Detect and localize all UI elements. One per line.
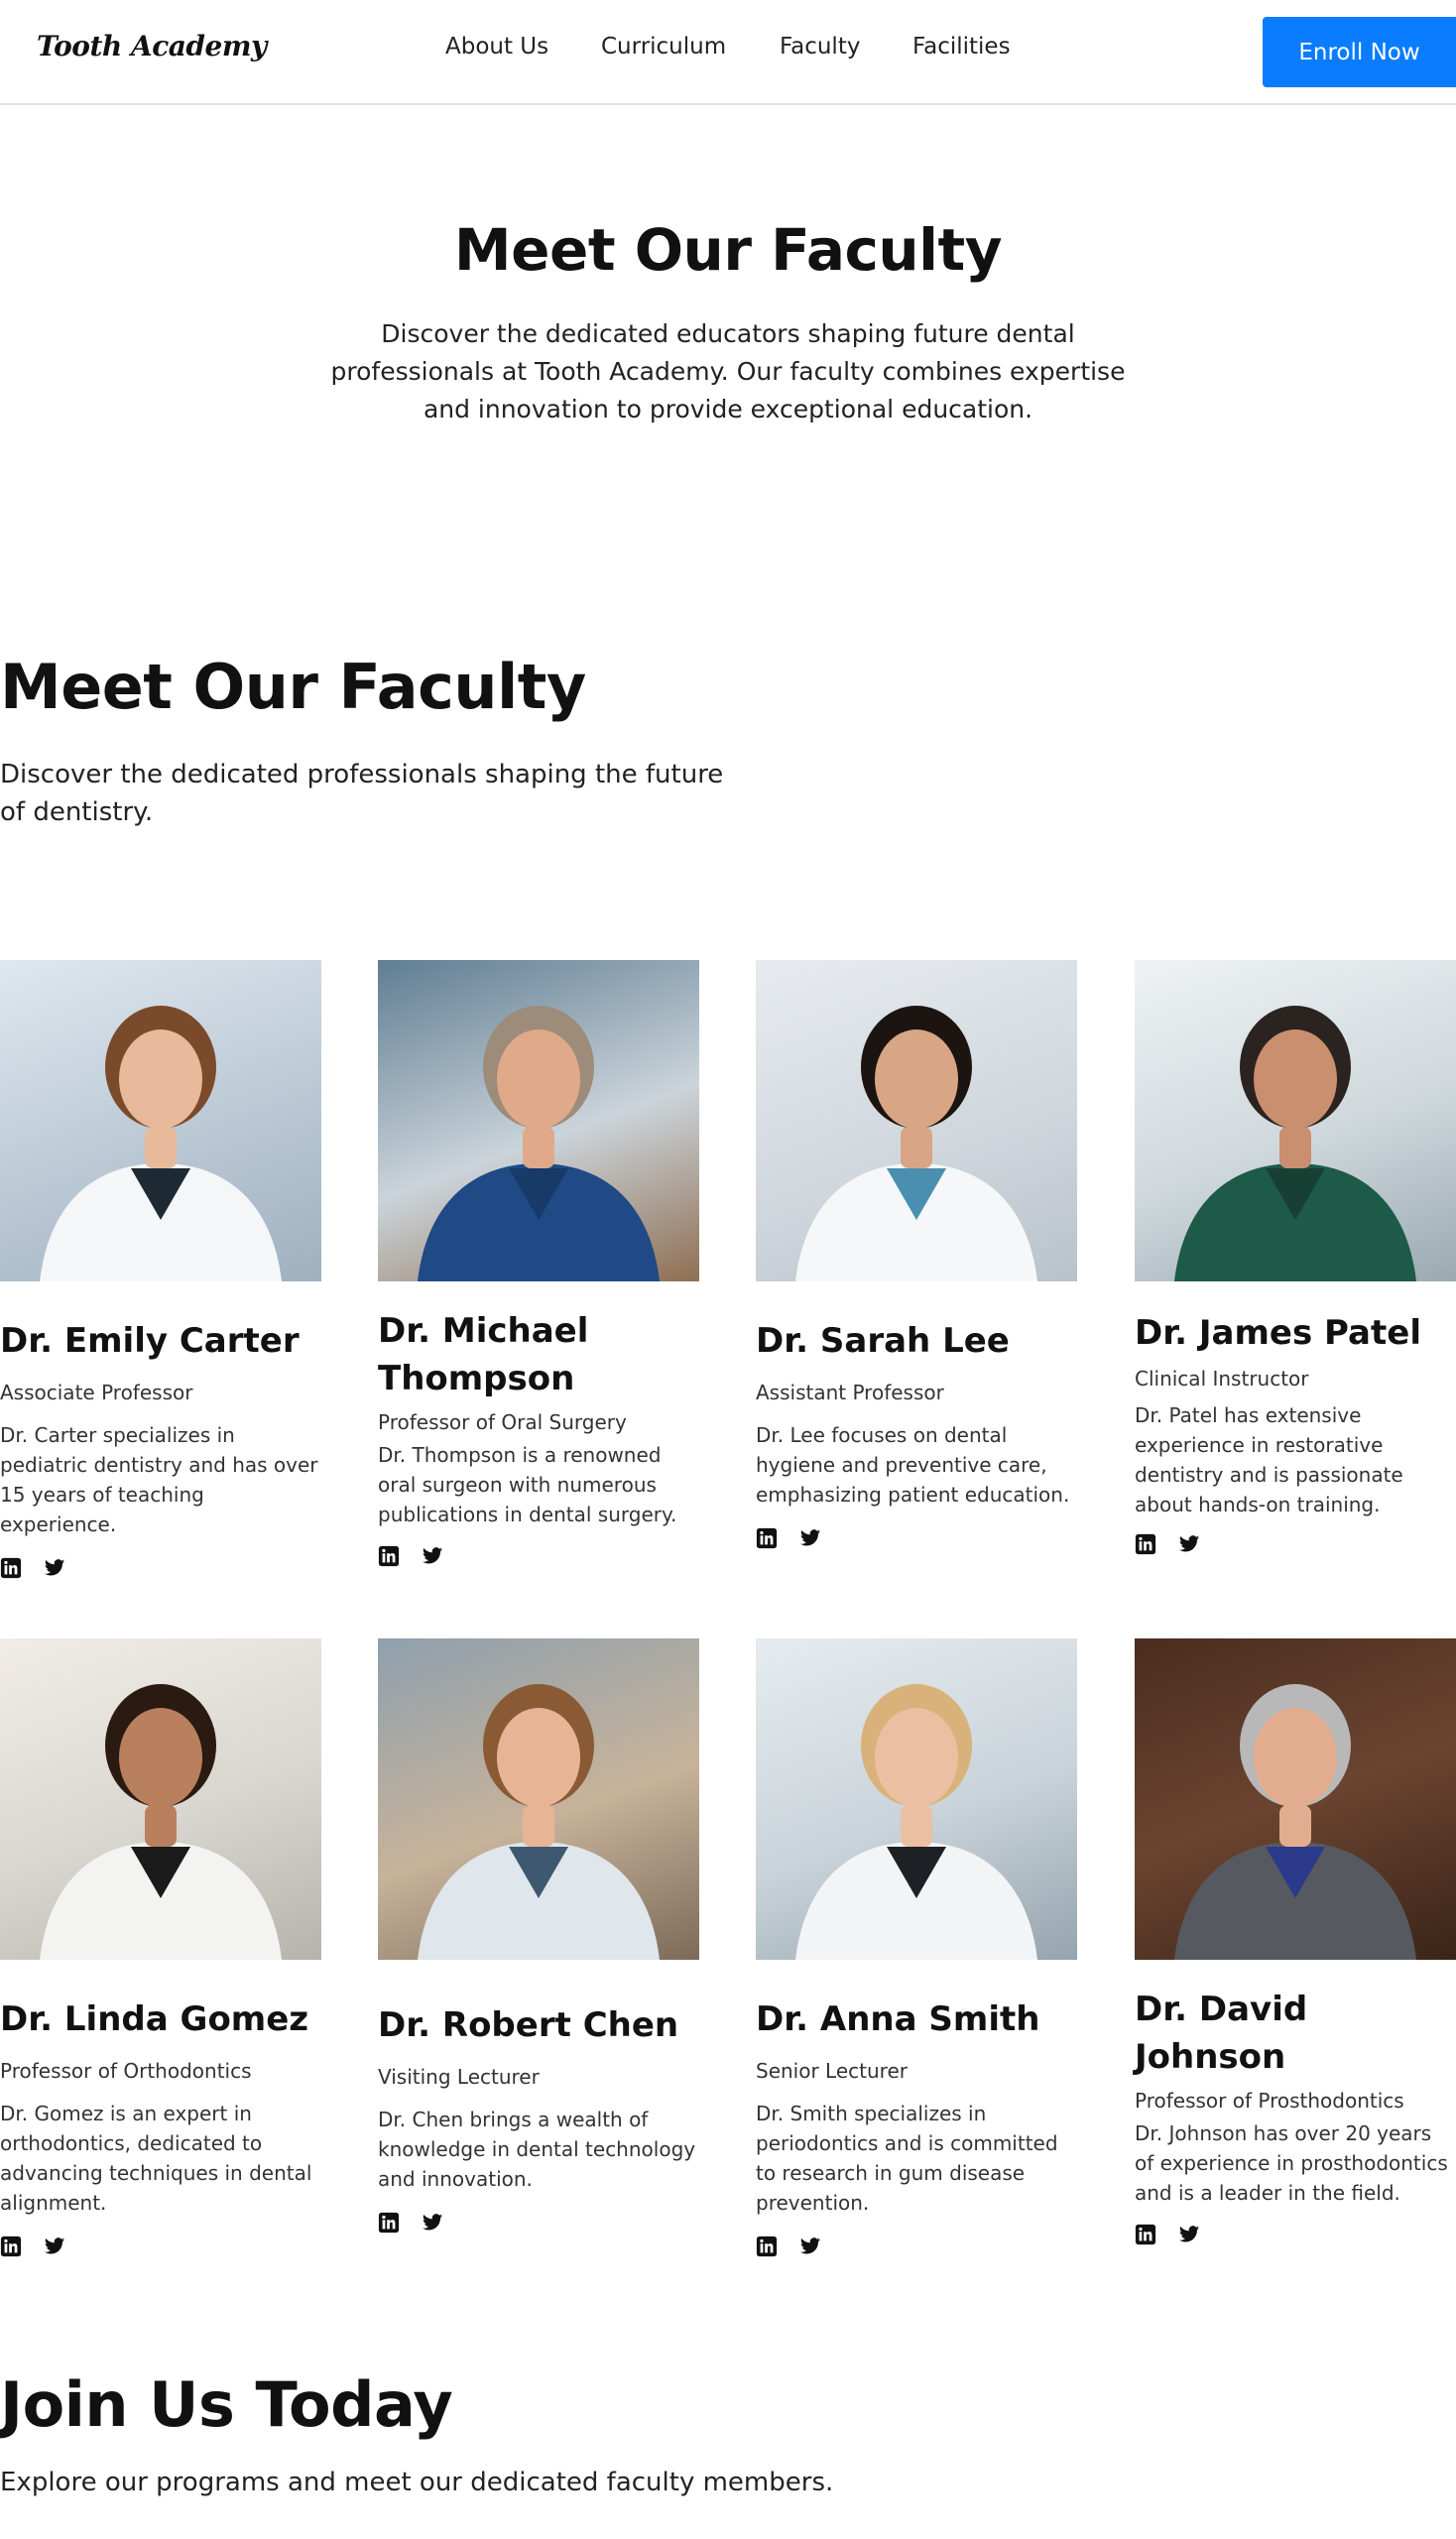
faculty-portrait-illustration [418, 1006, 660, 1281]
linkedin-icon[interactable] [378, 2212, 400, 2234]
faculty-role: Visiting Lecturer [378, 2065, 540, 2089]
faculty-social-links [0, 1557, 321, 1579]
linkedin-icon[interactable] [1135, 2224, 1156, 2245]
main-nav: About Us Curriculum Faculty Facilities [0, 34, 1456, 67]
faculty-portrait-illustration [1174, 1684, 1416, 1960]
faculty-photo [1135, 960, 1456, 1281]
faculty-name: Dr. Sarah Lee [756, 1321, 1010, 1361]
linkedin-icon[interactable] [756, 2236, 778, 2257]
faculty-social-links [0, 2236, 321, 2257]
faculty-section-description: Discover the dedicated professionals sha… [0, 760, 724, 827]
hero-title: Meet Our Faculty [453, 216, 1003, 284]
faculty-card: Dr. Sarah Lee Assistant Professor Dr. Le… [756, 960, 1077, 1549]
twitter-icon[interactable] [44, 1557, 65, 1579]
faculty-photo [1135, 1638, 1456, 1960]
linkedin-icon[interactable] [378, 1545, 400, 1567]
faculty-name: Dr. David Johnson [1135, 1990, 1308, 2077]
nav-link-curriculum[interactable]: Curriculum [601, 34, 726, 60]
faculty-card: Dr. Anna Smith Senior Lecturer Dr. Smith… [756, 1638, 1077, 2257]
faculty-card: Dr. Robert Chen Visiting Lecturer Dr. Ch… [378, 1638, 699, 2234]
faculty-bio: Dr. Gomez is an expert in orthodontics, … [0, 2102, 312, 2215]
faculty-card: Dr. James Patel Clinical Instructor Dr. … [1135, 960, 1456, 1555]
faculty-portrait-illustration [40, 1684, 282, 1960]
faculty-card: Dr. Emily Carter Associate Professor Dr.… [0, 960, 321, 1579]
twitter-icon[interactable] [799, 1527, 821, 1549]
faculty-bio: Dr. Johnson has over 20 years of experie… [1135, 2121, 1448, 2205]
faculty-portrait-illustration [1174, 1006, 1416, 1281]
twitter-icon[interactable] [44, 2236, 65, 2257]
faculty-photo [756, 1638, 1077, 1960]
faculty-name: Dr. Michael Thompson [378, 1311, 589, 1398]
faculty-portrait-illustration [795, 1006, 1037, 1281]
twitter-icon[interactable] [1178, 2224, 1200, 2245]
join-section-description: Explore our programs and meet our dedica… [0, 2468, 834, 2497]
faculty-bio: Dr. Carter specializes in pediatric dent… [0, 1423, 318, 1536]
site-header: Tooth Academy About Us Curriculum Facult… [0, 0, 1456, 105]
faculty-portrait-illustration [795, 1684, 1037, 1960]
faculty-photo [378, 960, 699, 1281]
faculty-bio: Dr. Chen brings a wealth of knowledge in… [378, 2108, 696, 2191]
faculty-role: Senior Lecturer [756, 2059, 908, 2083]
faculty-social-links [1135, 2224, 1456, 2245]
faculty-name: Dr. James Patel [1135, 1313, 1421, 1353]
linkedin-icon[interactable] [0, 1557, 22, 1579]
faculty-role: Professor of Prosthodontics [1135, 2089, 1404, 2113]
faculty-role: Professor of Oral Surgery [378, 1410, 627, 1434]
faculty-social-links [1135, 1533, 1456, 1555]
nav-link-about-us[interactable]: About Us [445, 34, 548, 60]
faculty-social-links [756, 2236, 1077, 2257]
faculty-card: Dr. Linda Gomez Professor of Orthodontic… [0, 1638, 321, 2257]
faculty-bio: Dr. Lee focuses on dental hygiene and pr… [756, 1423, 1070, 1507]
faculty-social-links [378, 1545, 699, 1567]
faculty-card: Dr. Michael Thompson Professor of Oral S… [378, 960, 699, 1567]
faculty-name: Dr. Linda Gomez [0, 1999, 309, 2039]
enroll-now-button[interactable]: Enroll Now [1263, 17, 1456, 87]
faculty-portrait-illustration [40, 1006, 282, 1281]
nav-link-faculty[interactable]: Faculty [780, 34, 860, 60]
faculty-social-links [378, 2212, 699, 2234]
twitter-icon[interactable] [1178, 1533, 1200, 1555]
faculty-photo [378, 1638, 699, 1960]
faculty-section-title: Meet Our Faculty [0, 651, 586, 723]
faculty-role: Professor of Orthodontics [0, 2059, 252, 2083]
join-section-title: Join Us Today [0, 2368, 453, 2441]
faculty-portrait-illustration [418, 1684, 660, 1960]
nav-link-facilities[interactable]: Facilities [912, 34, 1011, 60]
faculty-name: Dr. Anna Smith [756, 1999, 1040, 2039]
hero-description: Discover the dedicated educators shaping… [330, 319, 1126, 423]
faculty-name: Dr. Robert Chen [378, 2005, 679, 2045]
twitter-icon[interactable] [799, 2236, 821, 2257]
twitter-icon[interactable] [422, 2212, 443, 2234]
faculty-role: Associate Professor [0, 1381, 193, 1404]
faculty-photo [756, 960, 1077, 1281]
faculty-role: Clinical Instructor [1135, 1367, 1309, 1390]
faculty-bio: Dr. Thompson is a renowned oral surgeon … [378, 1443, 677, 1526]
faculty-bio: Dr. Smith specializes in periodontics an… [756, 2102, 1058, 2215]
linkedin-icon[interactable] [1135, 1533, 1156, 1555]
twitter-icon[interactable] [422, 1545, 443, 1567]
faculty-photo [0, 960, 321, 1281]
faculty-photo [0, 1638, 321, 1960]
faculty-card: Dr. David Johnson Professor of Prosthodo… [1135, 1638, 1456, 2245]
linkedin-icon[interactable] [0, 2236, 22, 2257]
linkedin-icon[interactable] [756, 1527, 778, 1549]
faculty-social-links [756, 1527, 1077, 1549]
faculty-role: Assistant Professor [756, 1381, 944, 1404]
faculty-name: Dr. Emily Carter [0, 1321, 300, 1361]
faculty-bio: Dr. Patel has extensive experience in re… [1135, 1403, 1403, 1516]
